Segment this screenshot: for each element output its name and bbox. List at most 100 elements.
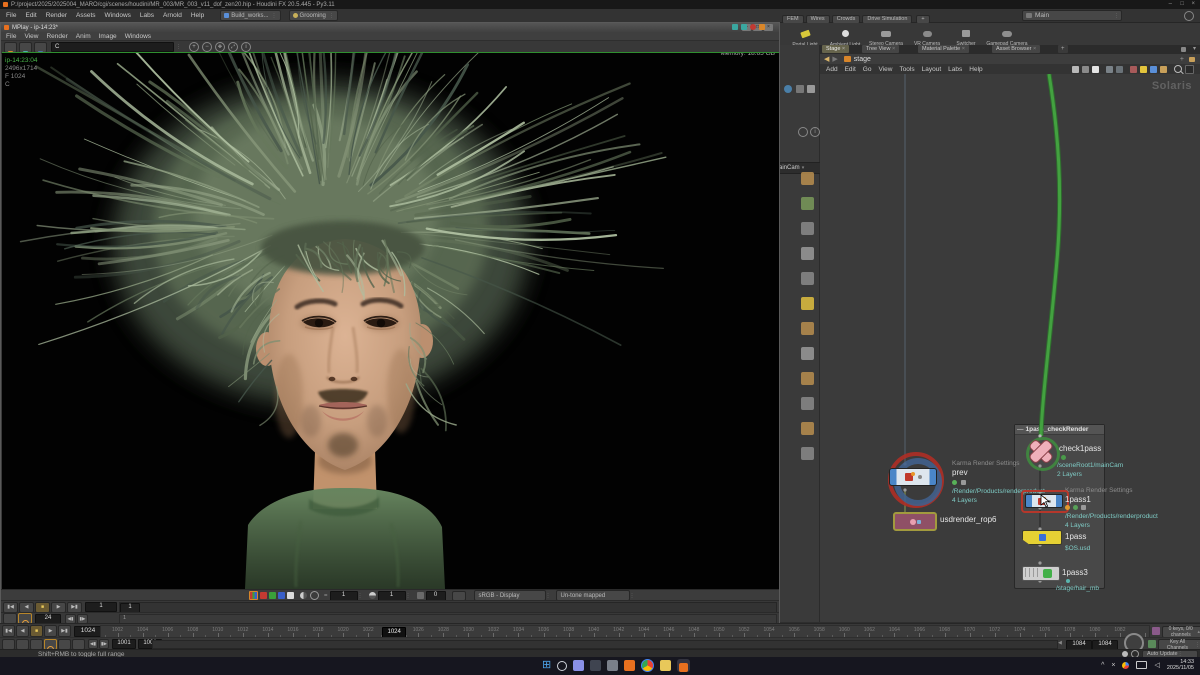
mplay-image-area[interactable]: ip-14:23:04 2496x1714 F 1024 C Render Ti… — [2, 52, 779, 590]
wrench-icon[interactable] — [1072, 66, 1079, 73]
prev-frame-button[interactable]: ◀ — [19, 602, 34, 613]
range-start-button[interactable]: ◀▮ — [65, 614, 76, 624]
search-icon[interactable] — [1174, 65, 1182, 73]
network-path-value[interactable]: stage — [854, 56, 871, 63]
viewport-tool-icon[interactable] — [801, 447, 814, 460]
net-menu-edit[interactable]: Edit — [845, 66, 856, 73]
offset-field[interactable]: 0 — [426, 591, 446, 601]
loop-icon[interactable] — [30, 639, 43, 650]
viewport-tool-icon[interactable] — [801, 322, 814, 335]
fit-icon[interactable]: ⤢ — [228, 42, 238, 52]
net-menu-tools[interactable]: Tools — [899, 66, 914, 73]
viewport-tool-icon[interactable] — [801, 272, 814, 285]
realtime-toggle[interactable] — [44, 639, 57, 650]
image-list-button[interactable] — [4, 42, 17, 53]
alpha-channel-icon[interactable] — [287, 592, 294, 599]
prev-name[interactable]: prev — [952, 468, 968, 477]
flag-icon[interactable] — [1073, 505, 1078, 510]
viewport-tool-icon[interactable] — [801, 422, 814, 435]
sphere-icon[interactable] — [784, 85, 792, 93]
pane-maximize-icon[interactable] — [1181, 47, 1186, 52]
menu-file[interactable]: File — [6, 12, 16, 19]
pin-icon[interactable] — [1189, 57, 1195, 62]
net-menu-layout[interactable]: Layout — [922, 66, 942, 73]
edit-yellow-icon[interactable] — [1140, 66, 1147, 73]
snapshot-icon[interactable] — [1092, 66, 1099, 73]
scrub-icon[interactable] — [16, 639, 29, 650]
minimize-button[interactable]: – — [1169, 1, 1172, 7]
taskbar-houdini-active[interactable] — [677, 659, 690, 672]
stop-button[interactable]: ■ — [35, 602, 50, 613]
reverse-play-button[interactable]: ◀ — [16, 625, 29, 637]
net-menu-help[interactable]: Help — [969, 66, 982, 73]
record-icon[interactable] — [750, 24, 756, 30]
taskbar-folder[interactable] — [660, 660, 671, 671]
jump-end-button[interactable]: ▶▮ — [67, 602, 82, 613]
pane-icon[interactable] — [759, 24, 765, 30]
mplay-titlebar[interactable]: MPlay - ip-14:23* – □ × — [1, 23, 779, 32]
menu-edit[interactable]: Edit — [25, 12, 36, 19]
chart-bars-icon[interactable] — [1082, 66, 1089, 73]
channel-combo[interactable]: C — [51, 42, 174, 52]
menu-labs[interactable]: Labs — [140, 12, 154, 19]
dopnet-icon[interactable] — [58, 639, 71, 650]
menu-windows[interactable]: Windows — [105, 12, 131, 19]
gamma-field[interactable]: 1 — [330, 591, 358, 601]
range-start-field[interactable]: 1001 — [112, 639, 136, 649]
node-usdrender-rop6[interactable] — [893, 512, 937, 531]
pane-tab-material-palette[interactable]: Material Palette × — [918, 45, 969, 53]
fps-field[interactable]: 24 — [35, 614, 61, 624]
shelf-tool-stereo-camera[interactable]: Stereo Camera — [866, 24, 906, 47]
close-icon[interactable]: × — [892, 46, 895, 52]
taskbar-app-1[interactable] — [573, 660, 584, 671]
box-tan-icon[interactable] — [1160, 66, 1167, 73]
usdrender-name[interactable]: usdrender_rop6 — [940, 515, 996, 524]
viewport-tool-icon[interactable] — [801, 197, 814, 210]
pane-tab-new[interactable]: + — [1058, 45, 1068, 53]
search-icon[interactable] — [557, 661, 567, 671]
taskbar-app-2[interactable] — [590, 660, 601, 671]
warning-icon[interactable] — [1065, 505, 1070, 510]
close-icon[interactable]: × — [1033, 46, 1036, 52]
shelf-tool-vr-camera[interactable]: VR Camera — [908, 24, 946, 47]
taskbar-clock[interactable]: 14:33 2025/11/05 — [1167, 659, 1194, 671]
taskbar-chrome[interactable] — [641, 659, 654, 672]
grid2-icon[interactable] — [1116, 66, 1123, 73]
playbar-options-icon[interactable] — [2, 639, 15, 650]
pane-link-icon[interactable] — [732, 24, 738, 30]
menu-render[interactable]: Render — [46, 12, 67, 19]
close-icon[interactable]: × — [842, 46, 845, 52]
flag-icon[interactable] — [952, 480, 957, 485]
pin-add-icon[interactable]: + — [1180, 56, 1184, 63]
lut-button[interactable] — [452, 591, 466, 601]
mplay-menu-image[interactable]: Image — [99, 33, 117, 40]
taskbar-app-3[interactable] — [607, 660, 618, 671]
overview-icon[interactable] — [1185, 65, 1194, 74]
pane-menu-icon[interactable]: ▾ — [1193, 45, 1196, 52]
menu-help[interactable]: Help — [191, 12, 204, 19]
jump-start-button[interactable]: ▮◀ — [2, 625, 15, 637]
shelf-tool-switcher[interactable]: Switcher — [948, 24, 984, 47]
zoom-in-icon[interactable]: + — [189, 42, 199, 52]
grid-icon[interactable] — [1106, 66, 1113, 73]
shelf-tool-gamepad-camera[interactable]: Gamepad Camera — [986, 24, 1028, 47]
build-works-dropdown[interactable]: Build_works... ⋮ — [220, 10, 280, 21]
viewport-tool-icon[interactable] — [801, 222, 814, 235]
mplay-menu-anim[interactable]: Anim — [76, 33, 91, 40]
viewport-tool-icon[interactable] — [801, 372, 814, 385]
blue-channel-icon[interactable] — [278, 592, 285, 599]
net-menu-view[interactable]: View — [878, 66, 892, 73]
offset-icon[interactable] — [417, 592, 424, 599]
gain-field[interactable]: 1 — [378, 591, 406, 601]
play-button[interactable]: ▶ — [51, 602, 66, 613]
pass1-name[interactable]: 1pass1 — [1065, 495, 1091, 504]
mplay-menu-render[interactable]: Render — [46, 33, 67, 40]
grooming-dropdown[interactable]: Grooming ⋮ — [289, 10, 338, 21]
pan-icon[interactable]: ✥ — [215, 42, 225, 52]
current-frame-field[interactable]: 1024 — [74, 626, 102, 637]
gear-icon[interactable] — [798, 127, 808, 137]
playback-range-bar[interactable] — [152, 640, 1058, 649]
sim-cache-icon[interactable] — [72, 639, 85, 650]
start-button[interactable]: ⊞ — [542, 659, 551, 672]
net-menu-go[interactable]: Go — [863, 66, 872, 73]
